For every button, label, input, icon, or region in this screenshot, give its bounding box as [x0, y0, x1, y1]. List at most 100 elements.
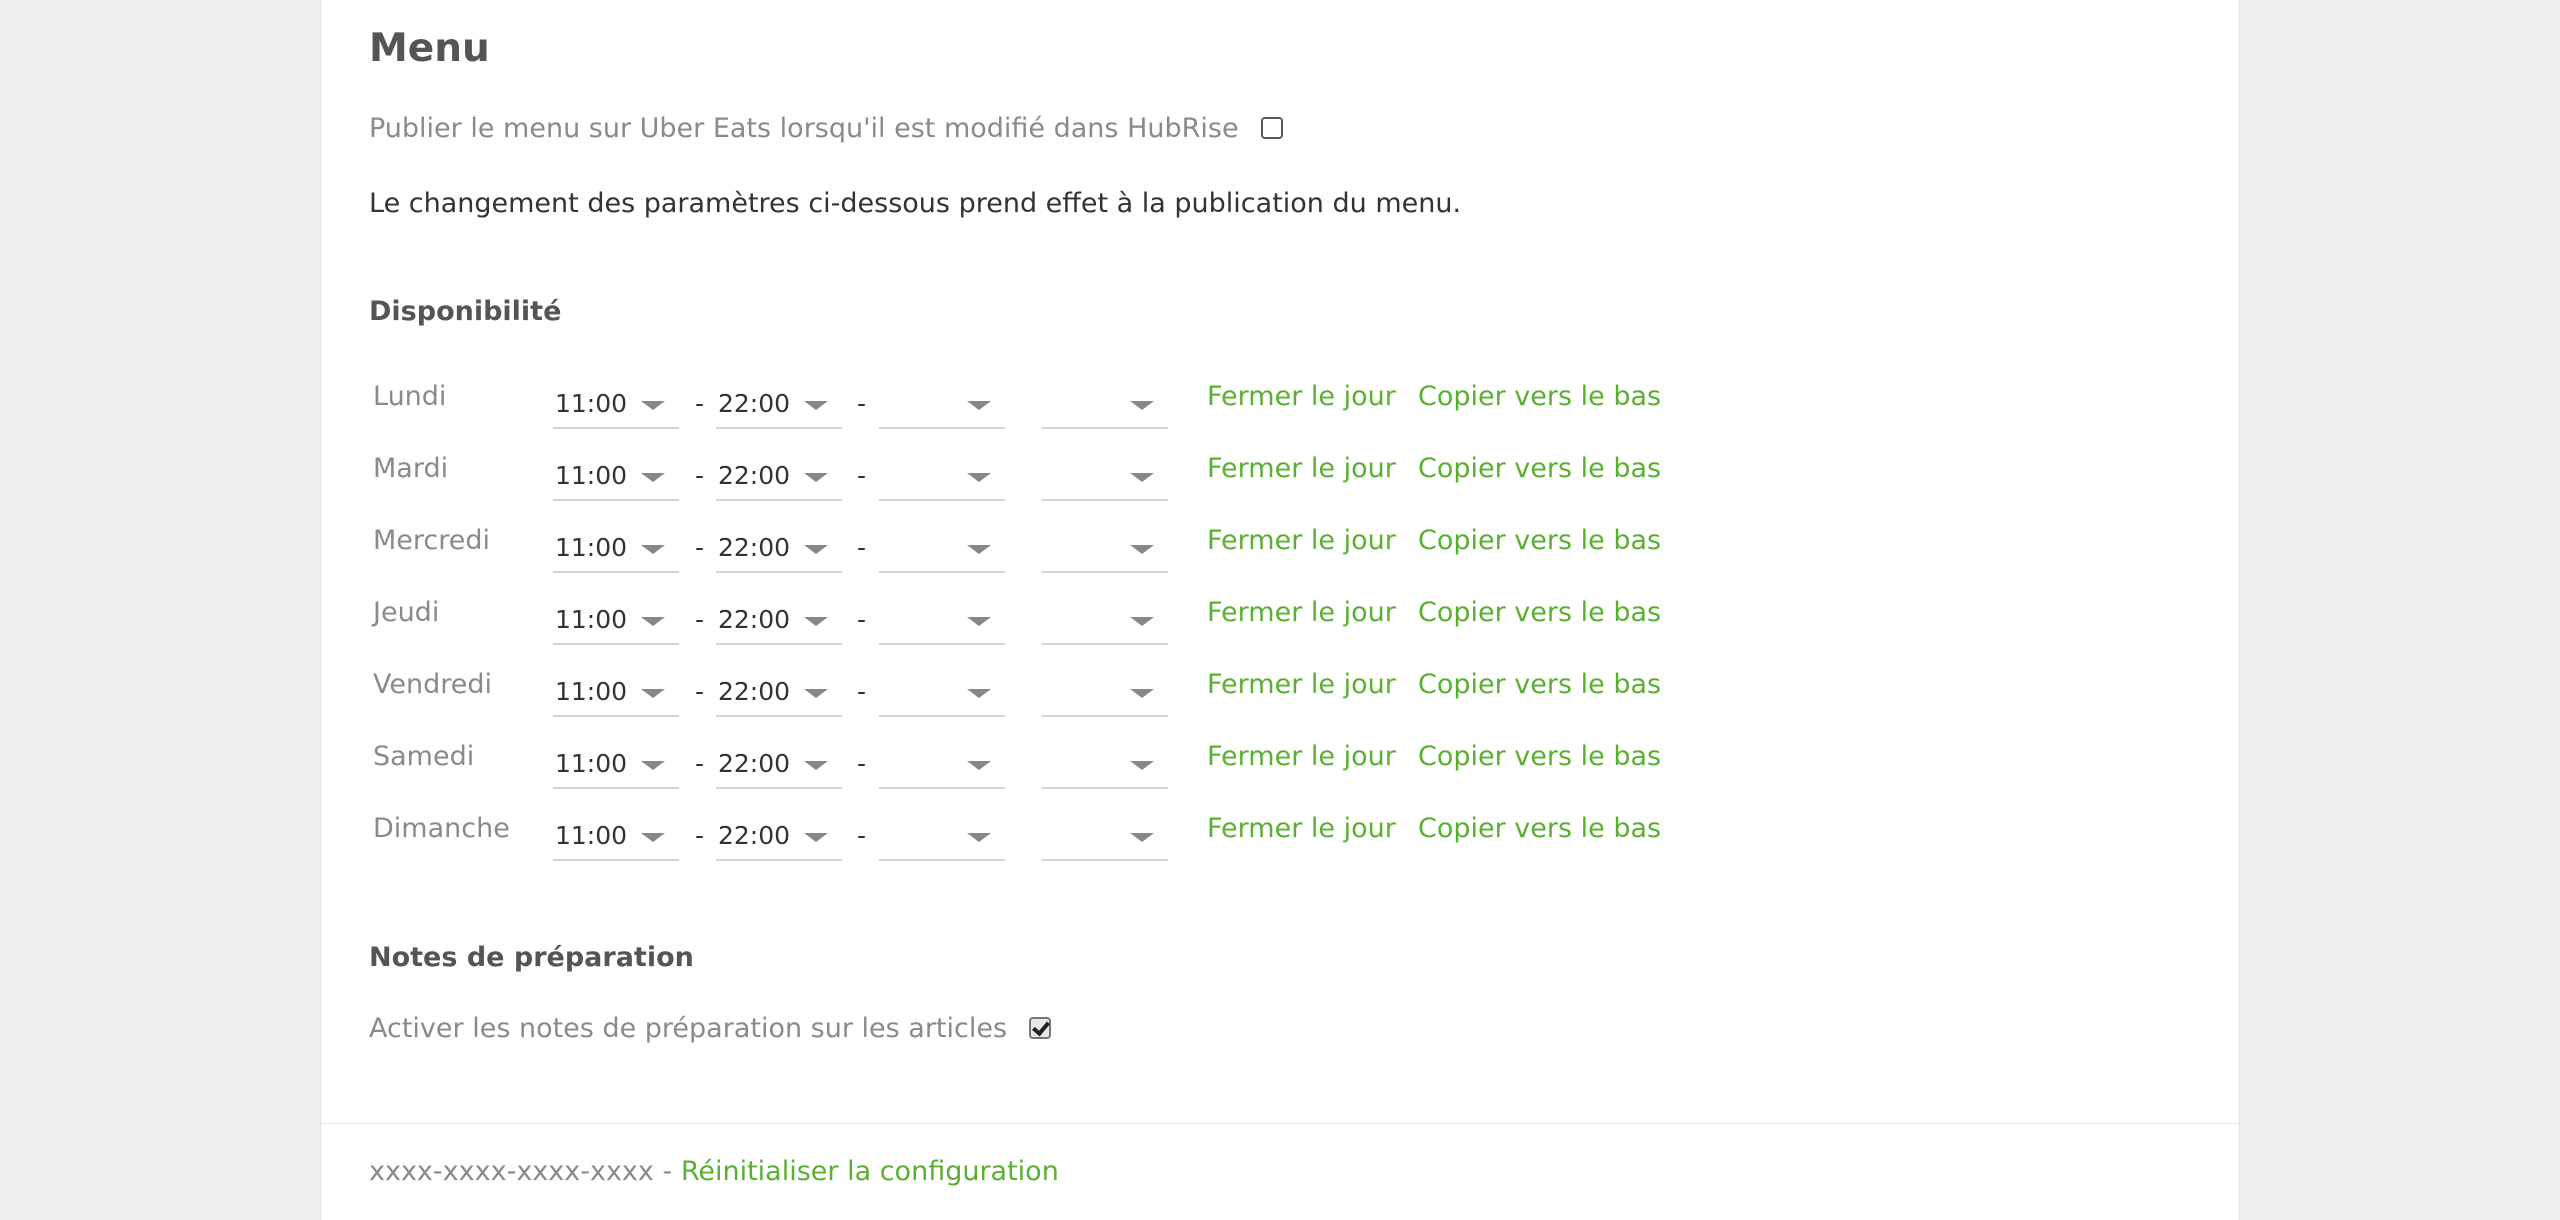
- day-label: Mercredi: [373, 525, 491, 556]
- publish-checkbox[interactable]: [1260, 117, 1283, 139]
- close-time-2-select[interactable]: [1042, 603, 1168, 645]
- close-time-2-select[interactable]: [1042, 819, 1168, 861]
- open-time-1-select[interactable]: 11:00: [553, 387, 679, 429]
- open-time-1-select[interactable]: 11:00: [553, 459, 679, 501]
- copy-down-link[interactable]: Copier vers le bas: [1418, 597, 1661, 628]
- open-time-2-select[interactable]: [879, 819, 1005, 861]
- chevron-down-icon: [804, 761, 828, 770]
- day-label: Lundi: [373, 381, 447, 412]
- chevron-down-icon: [967, 617, 991, 626]
- publish-label: Publier le menu sur Uber Eats lorsqu'il …: [369, 112, 1239, 144]
- copy-down-link[interactable]: Copier vers le bas: [1418, 741, 1661, 772]
- open-time-2-select[interactable]: [879, 603, 1005, 645]
- open-time-1-select[interactable]: 11:00: [553, 675, 679, 717]
- select-value: 22:00: [718, 533, 791, 562]
- chevron-down-icon: [641, 689, 665, 698]
- open-time-2-select[interactable]: [879, 459, 1005, 501]
- page-title: Menu: [369, 26, 490, 71]
- chevron-down-icon: [1130, 617, 1154, 626]
- day-label: Mardi: [373, 453, 449, 484]
- close-time-1-select[interactable]: 22:00: [716, 387, 842, 429]
- day-row-2: Mercredi 11:00 22:00- - Fermer le jour Copier…: [373, 517, 1673, 589]
- close-day-link[interactable]: Fermer le jour: [1207, 525, 1396, 556]
- chevron-down-icon: [804, 545, 828, 554]
- select-value: 22:00: [718, 389, 791, 418]
- close-day-link[interactable]: Fermer le jour: [1207, 741, 1396, 772]
- preparation-notes-checkbox[interactable]: [1029, 1017, 1052, 1039]
- open-time-1-select[interactable]: 11:00: [553, 747, 679, 789]
- close-day-link[interactable]: Fermer le jour: [1207, 813, 1396, 844]
- open-time-1-select[interactable]: 11:00: [553, 819, 679, 861]
- chevron-down-icon: [804, 473, 828, 482]
- close-day-link[interactable]: Fermer le jour: [1207, 453, 1396, 484]
- day-row-5: Samedi 11:00 22:00- - Fermer le jour Copier v…: [373, 733, 1673, 805]
- reset-config-link[interactable]: Réinitialiser la configuration: [681, 1156, 1059, 1187]
- select-value: 22:00: [718, 461, 791, 490]
- day-row-1: Mardi 11:00 22:00- - Fermer le jour Copier ve…: [373, 445, 1673, 517]
- preparation-notes-setting: Activer les notes de préparation sur les…: [369, 1010, 1052, 1046]
- close-day-link[interactable]: Fermer le jour: [1207, 381, 1396, 412]
- copy-down-link[interactable]: Copier vers le bas: [1418, 669, 1661, 700]
- close-time-1-select[interactable]: 22:00: [716, 747, 842, 789]
- chevron-down-icon: [641, 545, 665, 554]
- chevron-down-icon: [804, 401, 828, 410]
- day-row-6: Dimanche 11:00 22:00- - Fermer le jour Copier…: [373, 805, 1673, 877]
- chevron-down-icon: [804, 617, 828, 626]
- footer-separator: -: [653, 1156, 681, 1187]
- select-value: 11:00: [555, 461, 628, 490]
- publish-setting: Publier le menu sur Uber Eats lorsqu'il …: [369, 110, 1283, 146]
- open-time-1-select[interactable]: 11:00: [553, 603, 679, 645]
- time-range-separator: -: [857, 821, 867, 850]
- close-time-1-select[interactable]: 22:00: [716, 459, 842, 501]
- open-time-2-select[interactable]: [879, 387, 1005, 429]
- close-day-link[interactable]: Fermer le jour: [1207, 597, 1396, 628]
- copy-down-link[interactable]: Copier vers le bas: [1418, 525, 1661, 556]
- chevron-down-icon: [1130, 833, 1154, 842]
- time-range-separator: -: [695, 677, 705, 706]
- close-time-2-select[interactable]: [1042, 747, 1168, 789]
- time-range-separator: -: [857, 677, 867, 706]
- close-time-2-select[interactable]: [1042, 459, 1168, 501]
- copy-down-link[interactable]: Copier vers le bas: [1418, 381, 1661, 412]
- chevron-down-icon: [641, 473, 665, 482]
- availability-title: Disponibilité: [369, 296, 562, 327]
- select-value: 11:00: [555, 533, 628, 562]
- chevron-down-icon: [641, 401, 665, 410]
- open-time-2-select[interactable]: [879, 675, 1005, 717]
- close-day-link[interactable]: Fermer le jour: [1207, 669, 1396, 700]
- day-label: Samedi: [373, 741, 475, 772]
- time-range-separator: -: [857, 461, 867, 490]
- close-time-2-select[interactable]: [1042, 531, 1168, 573]
- chevron-down-icon: [967, 545, 991, 554]
- copy-down-link[interactable]: Copier vers le bas: [1418, 453, 1661, 484]
- open-time-2-select[interactable]: [879, 747, 1005, 789]
- chevron-down-icon: [967, 689, 991, 698]
- time-range-separator: -: [857, 749, 867, 778]
- day-label: Jeudi: [373, 597, 440, 628]
- copy-down-link[interactable]: Copier vers le bas: [1418, 813, 1661, 844]
- day-row-3: Jeudi 11:00 22:00- - Fermer le jour Copier ve…: [373, 589, 1673, 661]
- time-range-separator: -: [695, 533, 705, 562]
- preparation-notes-title: Notes de préparation: [369, 942, 694, 973]
- close-time-2-select[interactable]: [1042, 387, 1168, 429]
- time-range-separator: -: [857, 389, 867, 418]
- close-time-1-select[interactable]: 22:00: [716, 603, 842, 645]
- open-time-1-select[interactable]: 11:00: [553, 531, 679, 573]
- chevron-down-icon: [1130, 689, 1154, 698]
- chevron-down-icon: [1130, 401, 1154, 410]
- close-time-1-select[interactable]: 22:00: [716, 531, 842, 573]
- select-value: 22:00: [718, 677, 791, 706]
- close-time-1-select[interactable]: 22:00: [716, 819, 842, 861]
- day-label: Dimanche: [373, 813, 510, 844]
- settings-panel: Menu Publier le menu sur Uber Eats lorsq…: [320, 0, 2240, 1220]
- time-range-separator: -: [857, 533, 867, 562]
- close-time-2-select[interactable]: [1042, 675, 1168, 717]
- chevron-down-icon: [1130, 545, 1154, 554]
- chevron-down-icon: [641, 833, 665, 842]
- open-time-2-select[interactable]: [879, 531, 1005, 573]
- close-time-1-select[interactable]: 22:00: [716, 675, 842, 717]
- select-value: 11:00: [555, 605, 628, 634]
- select-value: 11:00: [555, 389, 628, 418]
- day-row-0: Lundi 11:00 22:00- - Fermer le jour Copier ve…: [373, 373, 1673, 445]
- footer-divider: [321, 1123, 2239, 1124]
